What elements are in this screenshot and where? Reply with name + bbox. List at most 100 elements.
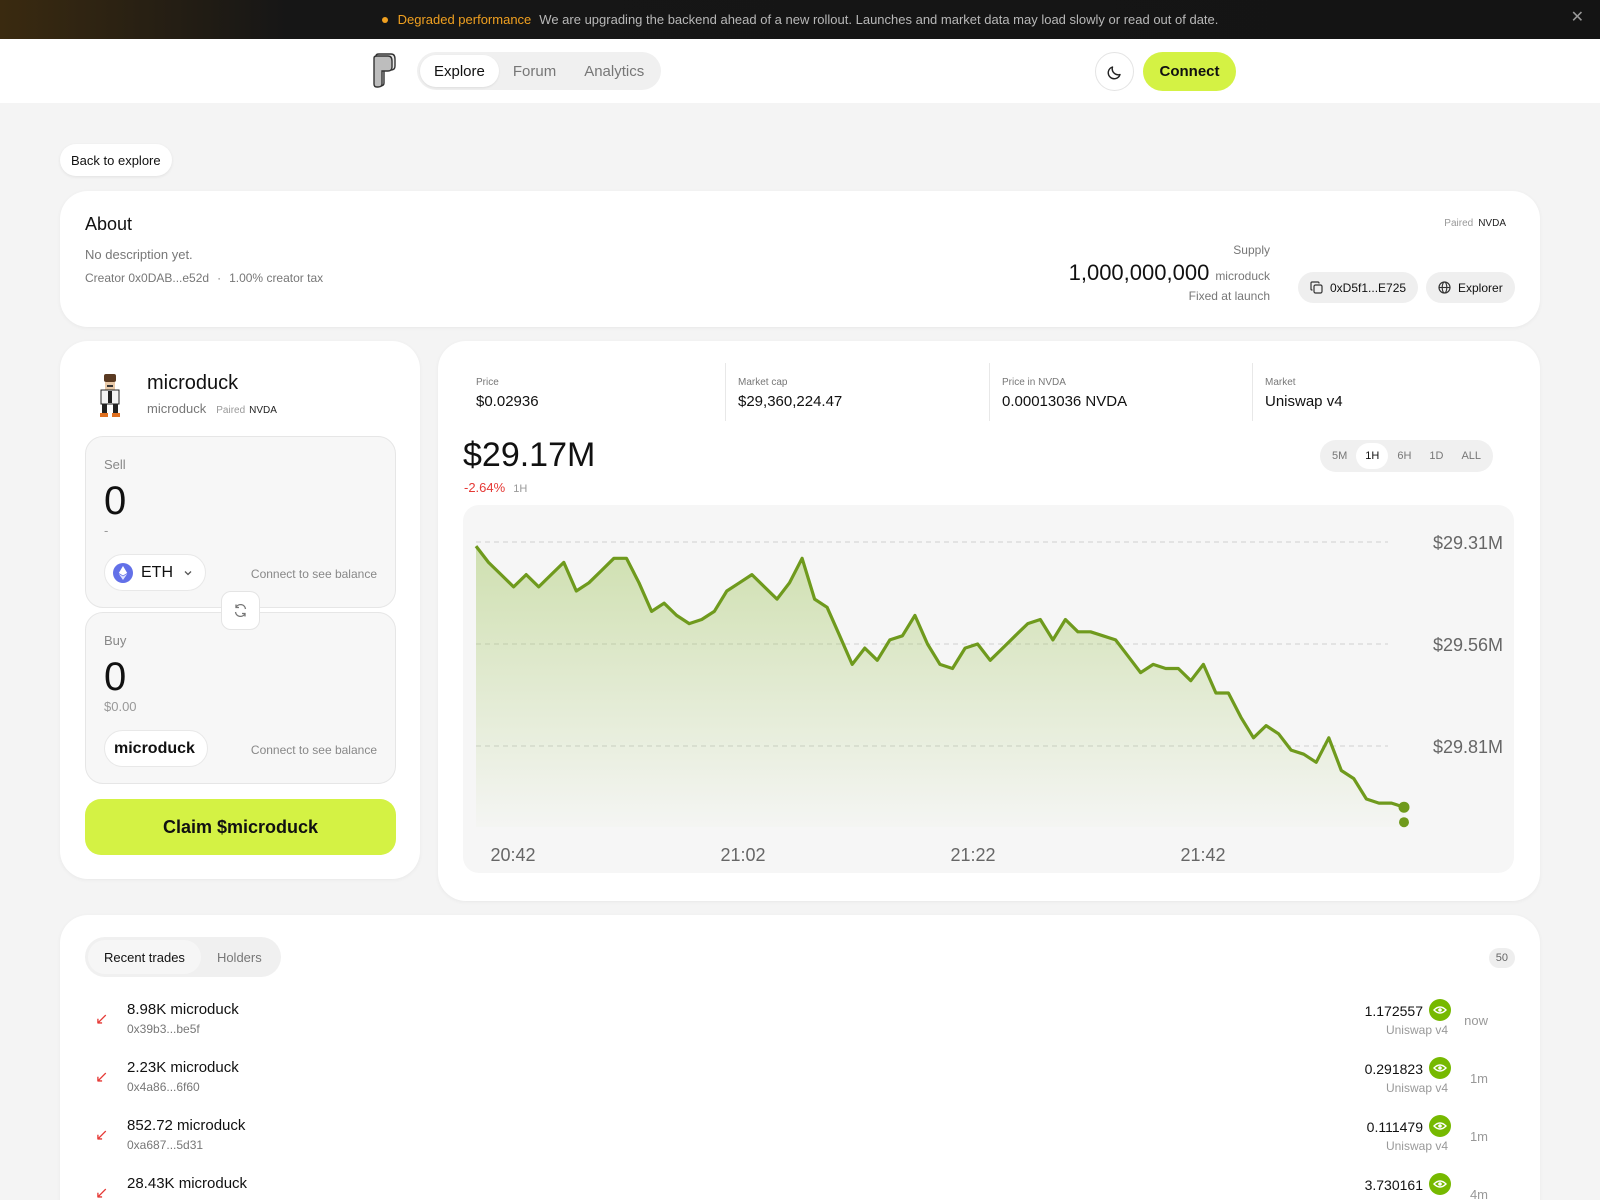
token-symbol: microduck (147, 401, 207, 416)
trade-amount: 852.72 microduck (127, 1117, 246, 1134)
range-all[interactable]: ALL (1452, 443, 1490, 469)
logo-icon (373, 53, 396, 88)
nvidia-icon (1429, 1173, 1451, 1195)
creator-tax: 1.00% creator tax (229, 271, 324, 285)
tab-analytics[interactable]: Analytics (570, 55, 658, 87)
trade-row[interactable]: ↙ 8.98K microduck 0x39b3...be5f 1.172557 Uni… (85, 995, 1496, 1053)
sell-arrow-icon: ↙ (95, 1011, 109, 1028)
nvidia-icon (1429, 999, 1451, 1021)
buy-label: Buy (104, 633, 127, 648)
refresh-icon (234, 603, 247, 618)
sell-token-symbol: ETH (141, 563, 173, 581)
trade-pool: Uniswap v4 (1385, 1081, 1448, 1095)
stat-value: $29,360,224.47 (738, 393, 843, 410)
top-nav: Explore Forum Analytics Connect (0, 39, 1600, 103)
swap-direction-button[interactable] (221, 591, 260, 630)
chart-y-tick-label: $29.31M (1433, 533, 1503, 553)
range-1d[interactable]: 1D (1420, 443, 1452, 469)
sell-panel: Sell 0 - ETH Connect to see balance (85, 436, 396, 608)
chart-marker-point (1399, 817, 1409, 828)
supply: 1,000,000,000 microduck (1069, 260, 1270, 286)
buy-token-select[interactable]: microduck (104, 730, 208, 767)
creator-info: Creator 0x0DAB...e52d · 1.00% creator ta… (85, 271, 323, 285)
trade-amount: 28.43K microduck (127, 1175, 248, 1192)
stat-label: Price in NVDA (1002, 377, 1066, 388)
market-card: Price $0.02936 Market cap $29,360,224.47… (438, 341, 1540, 901)
stat-price: Price $0.02936 (464, 363, 539, 421)
headline-market-cap: $29.17M (463, 436, 596, 474)
connect-button[interactable]: Connect (1143, 52, 1236, 91)
stat-label: Market (1265, 377, 1296, 388)
paired-label: Paired (1444, 218, 1474, 229)
range-5m[interactable]: 5M (1323, 443, 1356, 469)
buy-amount-input[interactable]: 0 (104, 655, 126, 700)
tab-recent-trades[interactable]: Recent trades (88, 940, 201, 974)
trader-address[interactable]: 0x4a86...6f60 (127, 1080, 200, 1094)
chevron-down-icon (184, 570, 192, 575)
theme-toggle-button[interactable] (1095, 52, 1134, 91)
sell-balance: Connect to see balance (250, 567, 377, 581)
stat-value: Uniswap v4 (1265, 393, 1343, 410)
chart-current-point (1398, 801, 1410, 813)
stat-price-in-nvda: Price in NVDA 0.00013036 NVDA (989, 363, 1127, 421)
explorer-button[interactable]: Explorer (1426, 272, 1515, 303)
trader-address[interactable]: 0x39b3...be5f (127, 1022, 200, 1036)
range-6h[interactable]: 6H (1388, 443, 1420, 469)
copy-address-button[interactable]: 0xD5f1...E725 (1298, 272, 1419, 303)
buy-panel: Buy 0 $0.00 microduck Connect to see bal… (85, 612, 396, 784)
nvidia-icon (1429, 1115, 1451, 1137)
price-chart[interactable]: $29.31M $29.56M $29.81M 20:42 21:02 21:22 21:… (463, 505, 1514, 873)
tab-forum[interactable]: Forum (499, 55, 570, 87)
trade-pool: Uniswap v4 (1385, 1023, 1448, 1037)
tab-holders[interactable]: Holders (201, 940, 278, 974)
trade-row[interactable]: ↙ 28.43K microduck 3.730161 4m (85, 1169, 1496, 1200)
chart-x-tick-label: 21:42 (1180, 845, 1225, 865)
buy-balance: Connect to see balance (250, 743, 377, 757)
supply-value: 1,000,000,000 (1068, 260, 1210, 285)
tab-explore[interactable]: Explore (420, 55, 499, 87)
chart-y-tick-label: $29.81M (1433, 737, 1503, 757)
duck-avatar-icon (100, 374, 120, 417)
trade-count-badge: 50 (1488, 948, 1515, 968)
change-percent: -2.64% (464, 480, 506, 495)
trade-time: 4m (1469, 1187, 1488, 1200)
paired-value: NVDA (249, 405, 277, 416)
sell-usd-value: - (104, 523, 109, 538)
stat-label: Price (476, 377, 499, 388)
sell-amount-input[interactable]: 0 (104, 479, 126, 524)
about-description: No description yet. (85, 247, 193, 262)
banner-title: Degraded performance (397, 12, 532, 27)
trades-card: Recent trades Holders 50 ↙ 8.98K microduc… (60, 915, 1540, 1200)
trader-address[interactable]: 0xa687...5d31 (127, 1138, 203, 1152)
sell-token-select[interactable]: ETH (104, 554, 206, 591)
token-name: microduck (147, 372, 239, 394)
paired-label: Paired (216, 405, 246, 416)
trade-amount: 2.23K microduck (127, 1059, 239, 1076)
paired-info: Paired NVDA (1444, 218, 1506, 229)
trade-time: 1m (1469, 1129, 1488, 1144)
chart-x-tick-label: 20:42 (490, 845, 535, 865)
separator: · (217, 271, 222, 285)
back-to-explore-button[interactable]: Back to explore (60, 144, 172, 176)
trade-row[interactable]: ↙ 852.72 microduck 0xa687...5d31 0.111479 Un… (85, 1111, 1496, 1169)
globe-icon (1438, 281, 1451, 294)
sell-arrow-icon: ↙ (95, 1185, 109, 1200)
supply-label: Supply (1233, 243, 1270, 257)
sell-arrow-icon: ↙ (95, 1069, 109, 1086)
headline-change: -2.64% 1H (464, 480, 527, 495)
main-tabs: Explore Forum Analytics (417, 52, 662, 90)
sell-label: Sell (104, 457, 126, 472)
creator-address: Creator 0x0DAB...e52d (85, 271, 210, 285)
range-1h[interactable]: 1H (1356, 443, 1389, 469)
chart-x-tick-label: 21:22 (950, 845, 995, 865)
buy-token-symbol: microduck (114, 739, 195, 757)
trade-row[interactable]: ↙ 2.23K microduck 0x4a86...6f60 0.291823 Uni… (85, 1053, 1496, 1111)
eth-icon (113, 562, 133, 583)
stat-value: $0.02936 (476, 393, 539, 410)
trade-time: 1m (1469, 1071, 1488, 1086)
close-icon[interactable]: ✕ (1571, 10, 1584, 26)
claim-button[interactable]: Claim $microduck (85, 799, 396, 855)
stat-label: Market cap (738, 377, 788, 388)
logo[interactable] (372, 52, 396, 93)
trade-time: now (1464, 1013, 1488, 1028)
